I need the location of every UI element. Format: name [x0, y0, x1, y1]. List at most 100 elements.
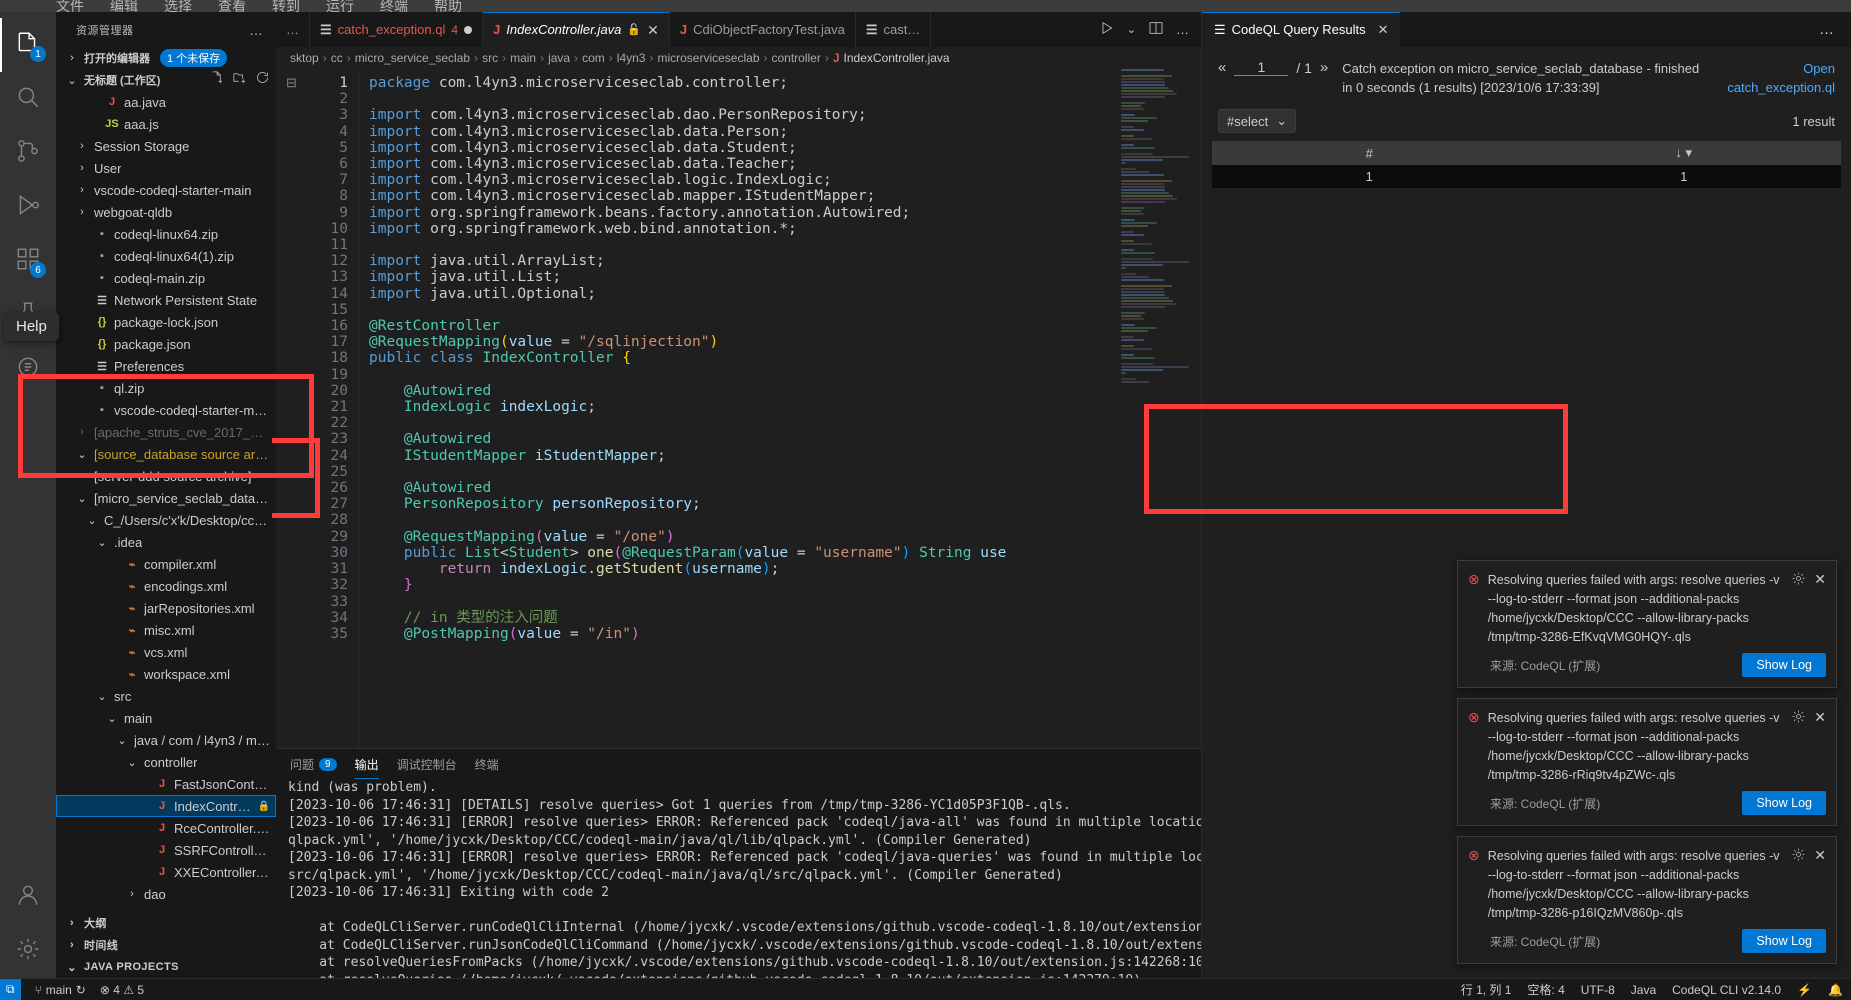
code-line[interactable]: IStudentMapper iStudentMapper; [369, 448, 1201, 464]
breadcrumb-item-1[interactable]: cc [331, 51, 343, 65]
status-item-1[interactable]: 空格: 4 [1527, 981, 1564, 998]
workspace-actions[interactable] [209, 70, 270, 90]
menu-item-2[interactable]: 选择 [164, 0, 192, 12]
code-line[interactable] [369, 367, 1201, 383]
tree-item[interactable]: ⌁jarRepositories.xml [56, 597, 276, 619]
tree-item[interactable]: {}package.json [56, 333, 276, 355]
prev-page-icon[interactable]: « [1218, 59, 1226, 76]
tree-item[interactable]: ▪codeql-linux64.zip [56, 223, 276, 245]
code-line[interactable]: import java.util.List; [369, 269, 1201, 285]
activity-run-debug[interactable] [0, 180, 56, 234]
breadcrumb-item-7[interactable]: l4yn3 [617, 51, 646, 65]
tree-item[interactable]: ›User [56, 157, 276, 179]
close-icon[interactable]: ✕ [1814, 847, 1826, 923]
file-tree[interactable]: Jaa.javaJSaaa.js›Session Storage›User›vs… [56, 91, 276, 912]
code-line[interactable]: @Autowired [369, 431, 1201, 447]
code-line[interactable]: import com.l4yn3.microserviceseclab.data… [369, 140, 1201, 156]
code-line[interactable]: @Autowired [369, 480, 1201, 496]
tree-item[interactable]: ⌄java / com / l4yn3 / microservic… [56, 729, 276, 751]
status-bar[interactable]: ⧉ ⑂ main ↻ ⊗ 4 ⚠ 5 行 1, 列 1空格: 4UTF-8Jav… [0, 978, 1851, 1000]
tree-item[interactable]: ⌄[micro_service_seclab_database so… [56, 487, 276, 509]
editor-tab-actions[interactable]: ⌄… [1087, 12, 1201, 47]
breadcrumb-item-6[interactable]: com [582, 51, 605, 65]
tree-item[interactable]: ☰Network Persistent State [56, 289, 276, 311]
code-line[interactable]: import com.l4yn3.microserviceseclab.data… [369, 124, 1201, 140]
refresh-icon[interactable] [255, 70, 270, 90]
close-icon[interactable]: ✕ [1814, 571, 1826, 647]
sidebar-workspace-root[interactable]: ⌄ 无标题 (工作区) [56, 69, 276, 91]
activity-search[interactable] [0, 72, 56, 126]
select-dropdown[interactable]: #select ⌄ [1218, 109, 1296, 133]
show-log-button[interactable]: Show Log [1742, 791, 1826, 815]
menu-bar[interactable]: 文件编辑选择查看转到运行终端帮助 [0, 0, 1851, 12]
tree-item[interactable]: ›[apache_struts_cve_2017_9805 so… [56, 421, 276, 443]
sidebar-section-1[interactable]: ›时间线 [56, 934, 276, 956]
tree-item[interactable]: ⌁vcs.xml [56, 641, 276, 663]
tree-item-selected[interactable]: JIndexController.java🔒 [56, 795, 276, 817]
tree-item[interactable]: JSaaa.js [56, 113, 276, 135]
status-item-5[interactable]: ⚡ [1797, 983, 1812, 997]
split-editor-icon[interactable] [1148, 20, 1164, 39]
panel-tab-0[interactable]: 问题9 [290, 749, 337, 779]
tree-item[interactable]: ⌄[source_database source archive] ! [56, 443, 276, 465]
notification-actions[interactable]: ✕ [1791, 571, 1826, 647]
code-line[interactable]: import org.springframework.web.bind.anno… [369, 221, 1201, 237]
activity-accounts[interactable] [0, 870, 56, 924]
status-item-3[interactable]: Java [1631, 983, 1656, 997]
panel-tabs[interactable]: 问题9输出调试控制台终端 [276, 749, 1201, 779]
close-icon[interactable]: ✕ [1814, 709, 1826, 785]
code-line[interactable]: public class IndexController { [369, 350, 1201, 366]
code-line[interactable]: import java.util.ArrayList; [369, 253, 1201, 269]
code-line[interactable] [369, 415, 1201, 431]
new-folder-icon[interactable] [232, 70, 247, 90]
code-line[interactable] [369, 594, 1201, 610]
breadcrumb-item-9[interactable]: controller [772, 51, 821, 65]
status-item-2[interactable]: UTF-8 [1581, 983, 1615, 997]
tab-dirty-indicator[interactable] [464, 26, 472, 34]
gear-icon[interactable] [1791, 847, 1806, 923]
editor-tab-1[interactable]: JIndexController.java🔓✕ [483, 12, 670, 47]
breadcrumb-item-2[interactable]: micro_service_seclab [355, 51, 470, 65]
editor-tab-0[interactable]: ☰catch_exception.ql4 [310, 12, 483, 47]
breadcrumb-item-5[interactable]: java [548, 51, 570, 65]
code-line[interactable]: import com.l4yn3.microserviceseclab.data… [369, 156, 1201, 172]
tree-item[interactable]: ›dao [56, 883, 276, 905]
code-line[interactable] [369, 512, 1201, 528]
tree-item[interactable]: ›Session Storage [56, 135, 276, 157]
notification-toast-0[interactable]: ⊗Resolving queries failed with args: res… [1457, 560, 1837, 688]
editor-tabs[interactable]: …☰catch_exception.ql4JIndexController.ja… [276, 12, 1201, 47]
notification-toast-1[interactable]: ⊗Resolving queries failed with args: res… [1457, 698, 1837, 826]
tree-item[interactable]: ⌄controller [56, 751, 276, 773]
status-item-6[interactable]: 🔔 [1828, 983, 1843, 997]
gear-icon[interactable] [1791, 571, 1806, 647]
activity-bar[interactable]: 1 6 [0, 12, 56, 978]
code-line[interactable]: return indexLogic.getStudent(username); [369, 561, 1201, 577]
tree-item[interactable]: ▪vscode-codeql-starter-main.zip [56, 399, 276, 421]
tree-item[interactable]: JSSRFController.java [56, 839, 276, 861]
editor-tab-2[interactable]: JCdiObjectFactoryTest.java [670, 12, 856, 47]
tree-item[interactable]: JFastJsonController.java [56, 773, 276, 795]
more-actions-icon[interactable]: … [1176, 22, 1189, 37]
tabs-overflow-icon[interactable]: … [276, 12, 310, 47]
code-line[interactable]: IndexLogic indexLogic; [369, 399, 1201, 415]
minimap[interactable] [1121, 69, 1191, 748]
tree-item[interactable]: ›webgoat-qldb [56, 201, 276, 223]
panel-tab-3[interactable]: 终端 [475, 749, 499, 779]
next-page-icon[interactable]: » [1320, 59, 1328, 76]
tree-item[interactable]: JXXEController.java [56, 861, 276, 883]
open-query-link[interactable]: Open catch_exception.ql [1715, 59, 1835, 97]
run-icon[interactable] [1099, 20, 1115, 39]
sidebar-open-editors[interactable]: › 打开的编辑器 1 个未保存 [56, 47, 276, 69]
column-header-value[interactable]: ↓ ▾ [1527, 141, 1842, 165]
tree-item[interactable]: ⌄main [56, 707, 276, 729]
code-line[interactable]: @PostMapping(value = "/in") [369, 626, 1201, 642]
tree-item[interactable]: ▪ql.zip [56, 377, 276, 399]
tree-item[interactable]: ⌁workspace.xml [56, 663, 276, 685]
status-branch[interactable]: ⑂ main ↻ [35, 983, 86, 997]
tree-item[interactable]: ›[server-ddd source archive] [56, 465, 276, 487]
show-log-button[interactable]: Show Log [1742, 929, 1826, 953]
tree-item[interactable]: ⌁encodings.xml [56, 575, 276, 597]
status-problems[interactable]: ⊗ 4 ⚠ 5 [100, 983, 144, 997]
activity-explorer[interactable]: 1 [0, 18, 56, 72]
show-log-button[interactable]: Show Log [1742, 653, 1826, 677]
